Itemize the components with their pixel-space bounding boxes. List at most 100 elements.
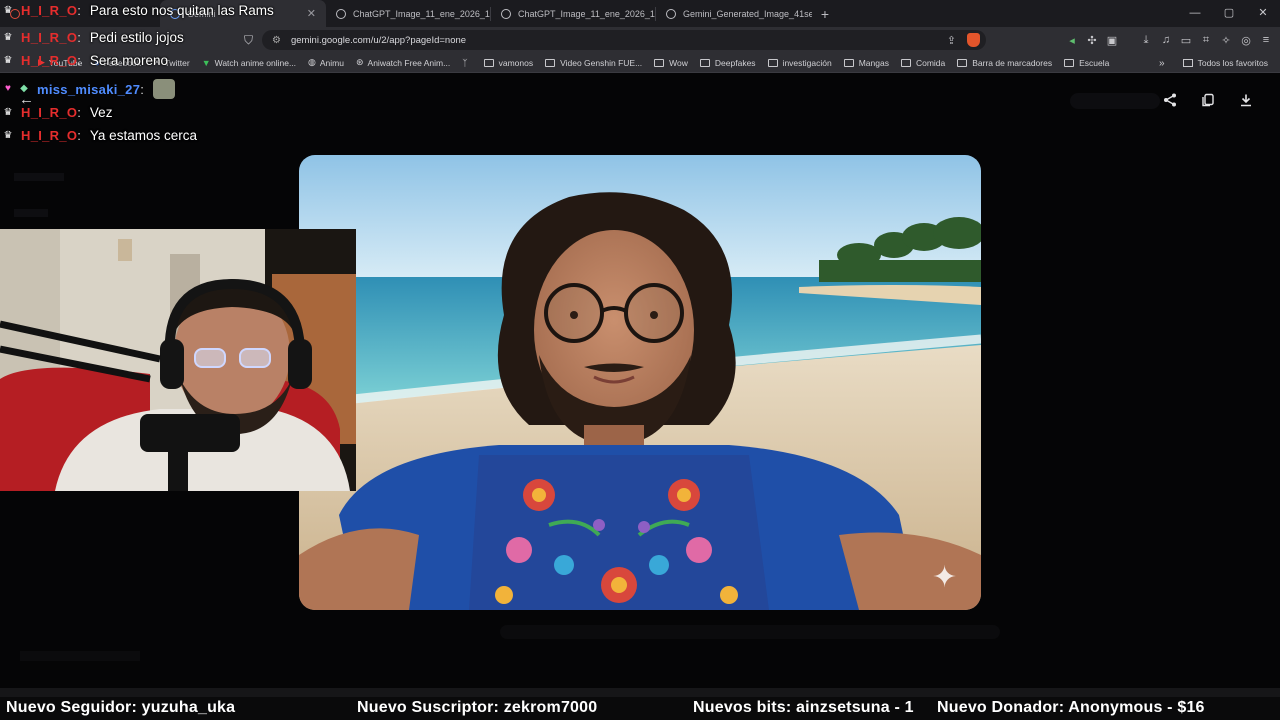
share-page-icon[interactable]: ⇪ [947, 34, 956, 47]
download-icon[interactable]: ⤓ [1140, 34, 1152, 47]
beach-selfie-image [299, 155, 981, 610]
new-subscriber-alert: Nuevo Suscriptor: zekrom7000 [357, 699, 598, 716]
leo-ai-icon[interactable]: ✧ [1220, 34, 1232, 47]
wallet-icon[interactable]: ▭ [1180, 34, 1192, 47]
folder-icon [843, 58, 854, 67]
chat-text: Vez [89, 105, 113, 120]
dimmed-input [500, 625, 1000, 639]
maximize-icon[interactable]: ▢ [1212, 0, 1246, 27]
url-field[interactable]: ⚙ gemini.google.com/u/2/app?pageId=none … [262, 30, 986, 50]
tab-chatgpt-image-2[interactable]: ChatGPT_Image_11_ene_2026_18_58 [491, 0, 655, 27]
puzzle-icon[interactable]: ✣ [1086, 34, 1098, 47]
dimmed-control [1070, 93, 1160, 109]
folder-icon [767, 58, 778, 67]
user-badge-icon: ♛ [3, 4, 13, 16]
bookmark-label: Comida [915, 57, 946, 68]
bookmarks-bar: ▶ YouTube ● Facebook ✕ Twitter ▼ Watch anime… [0, 53, 1280, 73]
new-follower-alert: Nuevo Seguidor: yuzuha_uka [6, 699, 236, 716]
taskbar-strip [0, 688, 1280, 697]
gem-badge-icon: ◆ [20, 83, 28, 94]
tab-gemini-generated-image[interactable]: Gemini_Generated_Image_41se8841 [656, 0, 812, 27]
tab-label: ChatGPT_Image_11_ene_2026_18_58 [518, 8, 655, 19]
bookmark-folder-genshin[interactable]: Video Genshin FUE... [545, 58, 642, 68]
close-tab-icon[interactable]: ✕ [301, 7, 316, 20]
anime-site-icon: ▼ [201, 57, 211, 68]
menu-icon[interactable]: ≡ [1260, 34, 1272, 46]
folder-icon [1182, 59, 1193, 67]
folder-icon [483, 58, 494, 67]
chat-message: ♥ ◆ miss_misaki_27 : [2, 79, 175, 99]
close-window-icon[interactable]: ✕ [1246, 0, 1280, 27]
vpn-icon[interactable]: ◎ [1240, 34, 1252, 47]
viewer-actions [1162, 93, 1254, 110]
bookmark-label: Twitter [164, 57, 190, 68]
bookmark-label: Barra de marcadores [972, 57, 1053, 68]
bookmark-label: Animu [319, 57, 344, 68]
user-badge-icon: ♛ [3, 129, 13, 141]
aniwatch-icon: ⊛ [355, 57, 364, 67]
chat-colon: : [140, 81, 144, 97]
window-controls: — ▢ ✕ [1178, 0, 1280, 27]
sidebar-icon[interactable]: ▣ [1106, 34, 1118, 47]
chevron-right-icon[interactable]: » [1159, 58, 1165, 69]
chat-message: ♛ H_I_R_O : Sera moreno [2, 53, 168, 68]
copy-icon[interactable] [1200, 93, 1216, 110]
chat-colon: : [77, 128, 81, 143]
bookmark-aniwatch[interactable]: ⊛ Aniwatch Free Anim... [356, 57, 450, 68]
all-bookmarks[interactable]: » Todos los favoritos [1159, 53, 1268, 73]
bookmark-label: Wow [669, 57, 688, 68]
url-text: gemini.google.com/u/2/app?pageId=none [290, 34, 467, 46]
bookmark-folder-vamonos[interactable]: vamonos [483, 58, 533, 68]
chat-username: miss_misaki_27 [37, 81, 141, 97]
chat-text: Para esto nos quitan las Rams [89, 3, 274, 18]
chat-colon: : [77, 53, 81, 68]
user-badge-icon: ♛ [3, 31, 13, 43]
bookmark-folder-barra[interactable]: Barra de marcadores [957, 58, 1052, 68]
screenshot-icon[interactable]: ⌗ [1200, 34, 1212, 47]
bookmark-label: investigación [782, 57, 832, 68]
bookmark-folder-mangas[interactable]: Mangas [843, 58, 889, 68]
chat-message: ♛ H_I_R_O : Para esto nos quitan las Ram… [2, 3, 274, 18]
new-bits-alert: Nuevos bits: ainzsetsuna - 1 [693, 699, 914, 716]
folder-icon [654, 58, 665, 67]
heart-badge-icon: ♥ [5, 83, 11, 94]
bookmark-folder-deepfakes[interactable]: Deepfakes [699, 57, 756, 68]
bookmark-folder-escuela[interactable]: Escuela [1064, 58, 1109, 68]
minimize-icon[interactable]: — [1178, 0, 1212, 27]
streamer-webcam [0, 229, 356, 491]
bookmark-label: Video Genshin FUE... [560, 57, 643, 68]
download-icon[interactable] [1238, 93, 1254, 110]
bookmark-label: Watch anime online... [214, 57, 297, 68]
globe-icon [336, 8, 346, 19]
bookmark-label: Aniwatch Free Anim... [367, 57, 451, 68]
new-tab-button[interactable]: + [812, 6, 838, 22]
bookmark-label: Deepfakes [714, 57, 756, 68]
folder-icon [545, 58, 556, 67]
bookmark-folder-investigacion[interactable]: investigación [767, 57, 832, 68]
bookmark-icon[interactable]: ⛉ [244, 33, 253, 48]
user-badge-icon: ♛ [3, 106, 13, 118]
brave-shield-icon[interactable] [967, 33, 980, 47]
share-icon[interactable] [1162, 93, 1178, 110]
bookmark-animu[interactable]: ◍ Animu [308, 57, 344, 68]
chat-message: ♛ H_I_R_O : Pedi estilo jojos [2, 30, 184, 45]
chat-colon: : [77, 3, 81, 18]
new-donor-alert: Nuevo Donador: Anonymous - $16 [937, 699, 1205, 716]
music-icon[interactable]: ♫ [1160, 34, 1172, 46]
site-info-icon[interactable]: ⚙ [272, 35, 281, 46]
extension-icon[interactable]: ◂ [1066, 34, 1078, 47]
folder-icon [1064, 58, 1075, 67]
folder-icon [699, 58, 710, 67]
generated-image[interactable] [299, 155, 981, 610]
bookmark-glyph-icon: ᛉ [462, 57, 468, 68]
dimmed-sidebar-item [14, 209, 48, 217]
folder-icon [957, 58, 968, 67]
tab-chatgpt-image-1[interactable]: ChatGPT_Image_11_ene_2026_18_58 [326, 0, 490, 27]
bookmark-folder-wow[interactable]: Wow [654, 58, 688, 68]
bookmark-misc[interactable]: ᛉ [462, 58, 471, 68]
bookmark-watch-anime[interactable]: ▼ Watch anime online... [202, 58, 296, 68]
chat-message: ♛ H_I_R_O : Ya estamos cerca [2, 128, 197, 143]
globe-icon [501, 8, 511, 19]
chat-message: ♛ H_I_R_O : Vez [2, 105, 113, 120]
bookmark-folder-comida[interactable]: Comida [900, 57, 946, 68]
